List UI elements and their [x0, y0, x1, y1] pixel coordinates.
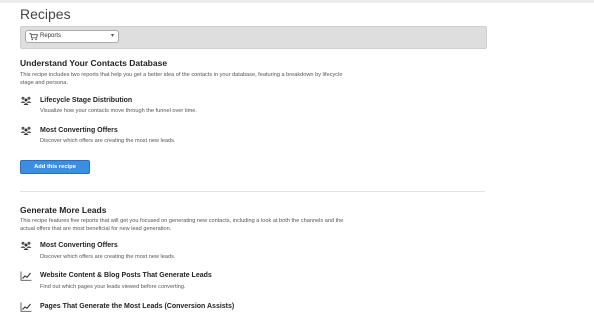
dropdown-value: Reports: [40, 33, 62, 39]
recipe-item-description: Discover which offers are creating the m…: [40, 138, 176, 144]
line-chart-icon: [20, 302, 32, 312]
section-divider: [20, 191, 485, 192]
recipe-item-title: Lifecycle Stage Distribution: [40, 97, 133, 104]
people-icon: [20, 241, 32, 250]
recipe-item-description: Find out which pages your leads viewed b…: [40, 284, 186, 290]
people-icon: [20, 96, 32, 105]
recipe-item-title: Most Converting Offers: [40, 127, 118, 134]
page-title: Recipes: [20, 6, 71, 22]
top-border: [0, 0, 594, 3]
cart-icon: [29, 32, 38, 41]
reports-dropdown[interactable]: Reports ▾: [25, 30, 119, 43]
recipe-item-title: Website Content & Blog Posts That Genera…: [40, 272, 212, 279]
recipe-item-title: Most Converting Offers: [40, 242, 118, 249]
add-recipe-button[interactable]: Add this recipe: [20, 160, 90, 174]
section-title-contacts: Understand Your Contacts Database: [20, 58, 168, 68]
filter-bar: Reports ▾: [20, 26, 487, 49]
people-icon: [20, 126, 32, 135]
chevron-down-icon: ▾: [110, 33, 114, 39]
section-description-contacts: This recipe includes two reports that he…: [20, 72, 343, 86]
recipe-item-description: Discover which offers are creating the m…: [40, 254, 176, 260]
line-chart-icon: [20, 271, 32, 281]
section-title-leads: Generate More Leads: [20, 205, 107, 215]
recipe-item-description: Visualize how your contacts move through…: [40, 108, 197, 114]
recipe-item-title: Pages That Generate the Most Leads (Conv…: [40, 303, 235, 310]
section-description-leads: This recipe features five reports that w…: [20, 218, 344, 232]
